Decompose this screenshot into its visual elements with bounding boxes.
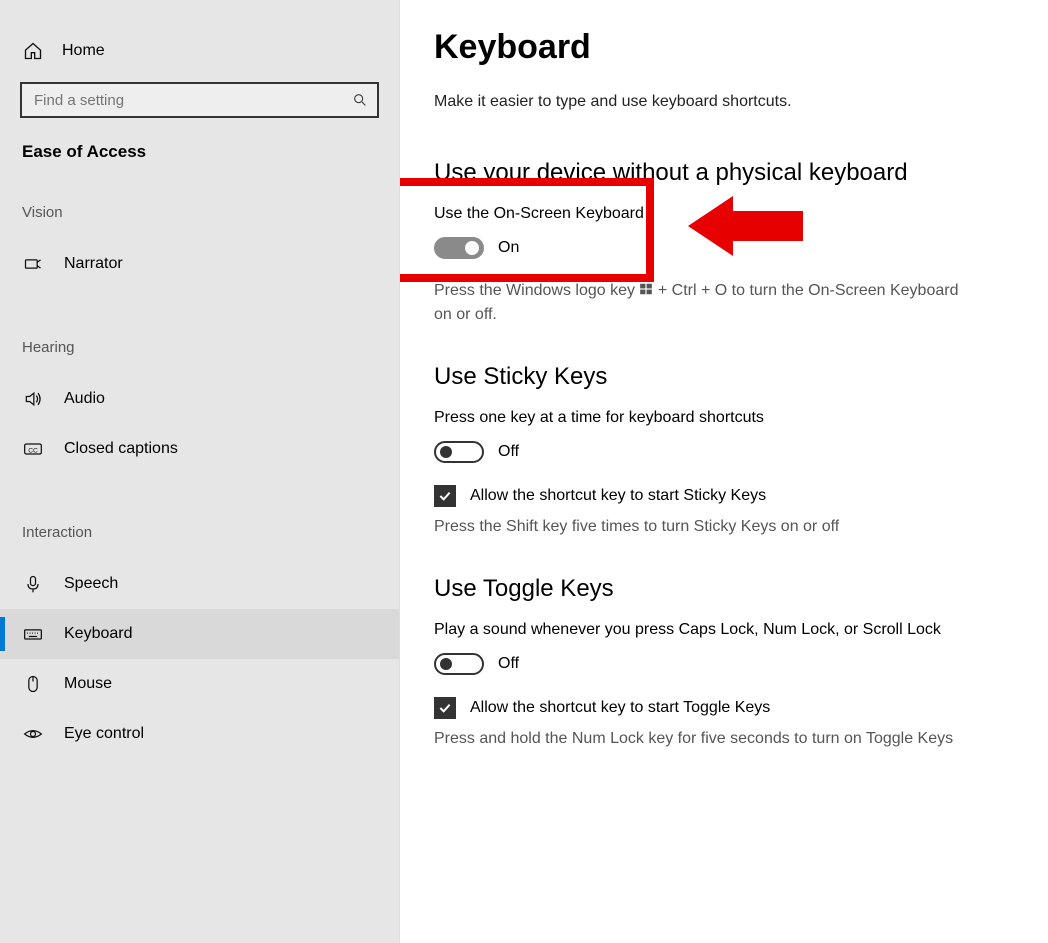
home-icon (22, 40, 44, 62)
search-field[interactable] (22, 92, 343, 109)
windows-logo-icon (639, 280, 653, 294)
osk-toggle[interactable] (434, 237, 484, 259)
osk-hint: Press the Windows logo key + Ctrl + O to… (434, 279, 974, 327)
sidebar-item-speech[interactable]: Speech (0, 559, 399, 609)
search-icon (343, 92, 377, 108)
closed-captions-icon: CC (22, 438, 44, 460)
sidebar: Home Ease of Access Vision Narrator Hear… (0, 0, 400, 943)
sticky-toggle-state: Off (498, 443, 519, 461)
page-title: Keyboard (434, 28, 1014, 67)
sidebar-item-label: Narrator (64, 255, 123, 273)
speech-icon (22, 573, 44, 595)
togglekeys-hint: Press and hold the Num Lock key for five… (434, 727, 974, 751)
sticky-check-label: Allow the shortcut key to start Sticky K… (470, 487, 766, 505)
togglekeys-toggle-state: Off (498, 655, 519, 673)
svg-text:CC: CC (28, 447, 38, 454)
section-heading-sticky: Use Sticky Keys (434, 363, 1014, 391)
sidebar-item-mouse[interactable]: Mouse (0, 659, 399, 709)
osk-toggle-state: On (498, 239, 519, 257)
search-input[interactable] (20, 82, 379, 118)
sidebar-item-label: Speech (64, 575, 118, 593)
section-heading-osk: Use your device without a physical keybo… (434, 159, 1014, 187)
sticky-toggle[interactable] (434, 441, 484, 463)
audio-icon (22, 388, 44, 410)
sticky-hint: Press the Shift key five times to turn S… (434, 515, 974, 539)
sidebar-item-home[interactable]: Home (0, 30, 399, 82)
sidebar-item-keyboard[interactable]: Keyboard (0, 609, 399, 659)
togglekeys-check-label: Allow the shortcut key to start Toggle K… (470, 699, 770, 717)
osk-label: Use the On-Screen Keyboard (434, 205, 1014, 223)
sidebar-section-title: Ease of Access (0, 136, 399, 172)
sidebar-item-eye-control[interactable]: Eye control (0, 709, 399, 759)
sidebar-item-audio[interactable]: Audio (0, 374, 399, 424)
page-subtitle: Make it easier to type and use keyboard … (434, 93, 1014, 111)
mouse-icon (22, 673, 44, 695)
togglekeys-toggle[interactable] (434, 653, 484, 675)
sticky-checkbox[interactable] (434, 485, 456, 507)
sidebar-item-closed-captions[interactable]: CC Closed captions (0, 424, 399, 474)
group-interaction-label: Interaction (0, 474, 399, 559)
main-content: Keyboard Make it easier to type and use … (400, 0, 1048, 943)
sticky-label: Press one key at a time for keyboard sho… (434, 409, 1014, 427)
group-hearing-label: Hearing (0, 289, 399, 374)
keyboard-icon (22, 623, 44, 645)
sidebar-item-label: Eye control (64, 725, 144, 743)
sidebar-item-narrator[interactable]: Narrator (0, 239, 399, 289)
eye-control-icon (22, 723, 44, 745)
group-vision-label: Vision (0, 172, 399, 239)
sidebar-item-label: Closed captions (64, 440, 178, 458)
home-label: Home (62, 42, 105, 60)
sidebar-item-label: Audio (64, 390, 105, 408)
sidebar-item-label: Keyboard (64, 625, 133, 643)
togglekeys-checkbox[interactable] (434, 697, 456, 719)
narrator-icon (22, 253, 44, 275)
togglekeys-label: Play a sound whenever you press Caps Loc… (434, 621, 1014, 639)
sidebar-item-label: Mouse (64, 675, 112, 693)
section-heading-toggle: Use Toggle Keys (434, 575, 1014, 603)
